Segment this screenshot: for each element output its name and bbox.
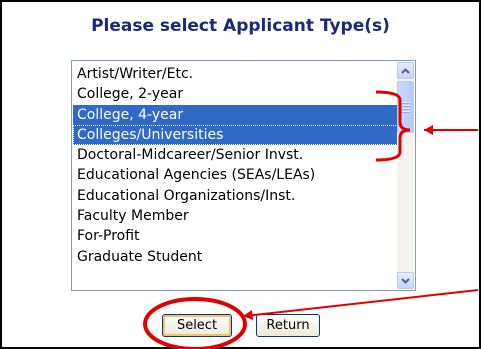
listbox-option[interactable]: Faculty Member	[73, 206, 398, 226]
page-title: Please select Applicant Type(s)	[91, 16, 390, 36]
listbox-options: Artist/Writer/Etc. College, 2-year College…	[73, 64, 398, 267]
listbox-option[interactable]: Doctoral-Midcareer/Senior Invst.	[73, 145, 398, 165]
scroll-down-button[interactable]	[397, 272, 414, 289]
listbox-option[interactable]: Artist/Writer/Etc.	[73, 64, 398, 84]
listbox-option[interactable]: Graduate Student	[73, 247, 398, 267]
scroll-up-button[interactable]	[397, 62, 414, 79]
dialog-frame: Please select Applicant Type(s) Artist/W…	[0, 0, 481, 349]
listbox-option[interactable]: College, 4-year	[73, 104, 398, 125]
listbox-option[interactable]: College, 2-year	[73, 84, 398, 104]
return-button[interactable]: Return	[256, 314, 320, 337]
listbox-option[interactable]: Colleges/Universities	[73, 124, 398, 146]
listbox-option[interactable]: For-Profit	[73, 226, 398, 246]
applicant-type-listbox[interactable]: Artist/Writer/Etc. College, 2-year College…	[71, 60, 416, 291]
chevron-down-icon	[401, 277, 410, 284]
select-button[interactable]: Select	[162, 314, 232, 337]
chevron-up-icon	[401, 67, 410, 74]
listbox-scrollbar[interactable]	[397, 62, 414, 289]
listbox-option[interactable]: Educational Agencies (SEAs/LEAs)	[73, 165, 398, 185]
listbox-option[interactable]: Educational Organizations/Inst.	[73, 186, 398, 206]
scroll-thumb[interactable]	[397, 81, 414, 133]
